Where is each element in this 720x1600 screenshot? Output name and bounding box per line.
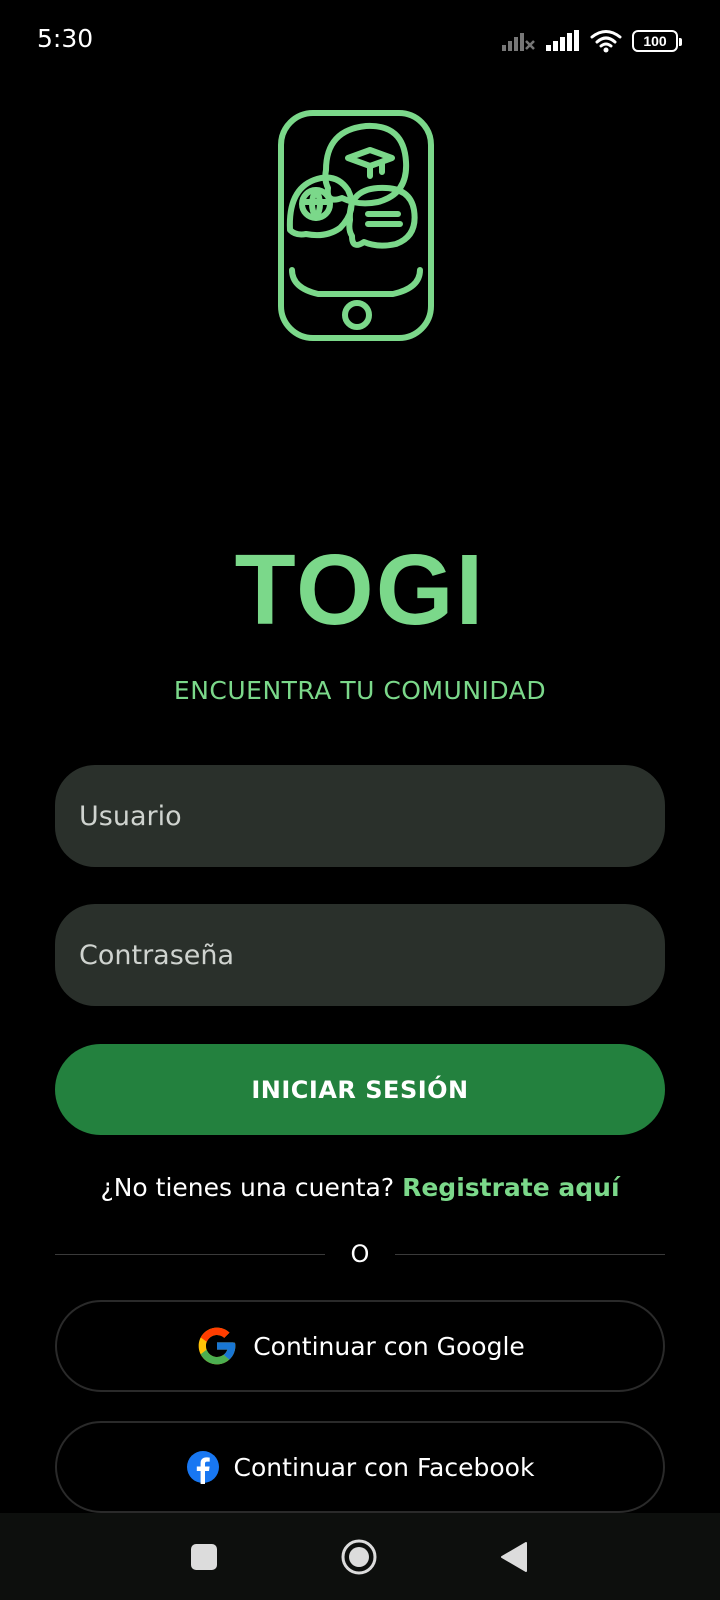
back-button[interactable] (474, 1513, 554, 1600)
recent-apps-icon (191, 1543, 217, 1570)
home-button[interactable] (319, 1513, 399, 1600)
login-button[interactable]: INICIAR SESIÓN (55, 1044, 665, 1135)
register-prompt: ¿No tienes una cuenta? Registrate aquí (0, 1173, 720, 1202)
google-login-label: Continuar con Google (253, 1331, 525, 1361)
facebook-login-label: Continuar con Facebook (233, 1452, 535, 1482)
status-bar: 5:30 100 (0, 0, 720, 80)
status-icons: 100 (502, 26, 682, 56)
recent-apps-button[interactable] (164, 1513, 244, 1600)
google-icon (198, 1327, 236, 1365)
signal-icon (546, 30, 579, 51)
battery-level: 100 (643, 33, 667, 49)
facebook-icon (186, 1451, 219, 1484)
status-time: 5:30 (37, 24, 94, 53)
app-subtitle: ENCUENTRA TU COMUNIDAD (173, 676, 547, 705)
signal-off-icon (502, 33, 535, 51)
battery-icon: 100 (632, 30, 682, 52)
username-input[interactable] (55, 765, 665, 867)
wifi-icon (590, 30, 622, 53)
facebook-login-button[interactable]: Continuar con Facebook (55, 1421, 665, 1513)
system-nav-bar (0, 1513, 720, 1600)
back-icon (501, 1541, 527, 1572)
or-divider: O (55, 1240, 665, 1270)
login-screen: 5:30 100 TOGI ENCUENTRA TU COMUNIDAD Usu… (0, 0, 720, 1600)
google-login-button[interactable]: Continuar con Google (55, 1300, 665, 1392)
register-link[interactable]: Registrate aquí (402, 1173, 619, 1202)
register-prompt-text: ¿No tienes una cuenta? (100, 1173, 395, 1202)
divider-line-right (395, 1254, 665, 1255)
phone-chat-logo (278, 110, 434, 341)
home-icon (341, 1539, 377, 1574)
password-input[interactable] (55, 904, 665, 1006)
app-title: TOGI (234, 534, 486, 646)
